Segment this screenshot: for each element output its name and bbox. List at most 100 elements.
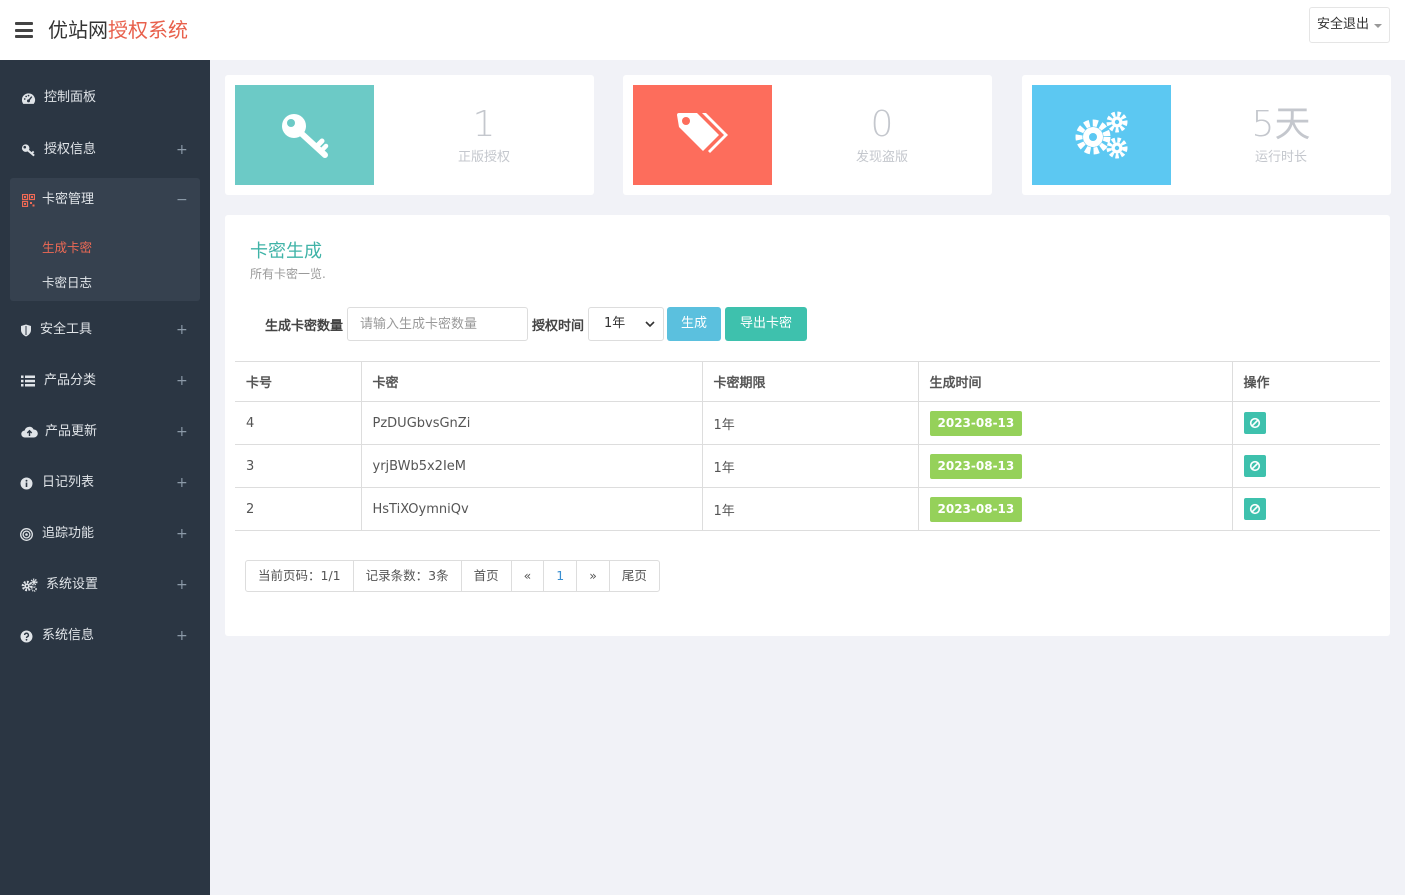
key-icon [20,130,36,170]
expand-plus-icon: + [176,526,188,542]
first-page-link[interactable]: 首页 [462,561,512,591]
collapse-minus-icon: − [176,192,188,208]
cogs-icon [20,565,38,605]
brand-title: 优站网授权系统 [48,17,188,43]
expand-plus-icon: + [176,322,188,338]
card-generate-panel: 卡密生成 所有卡密一览. 生成卡密数量 授权时间 1年 生成 导出卡密 卡号 卡… [225,215,1390,636]
card-period: 1年 [702,487,919,531]
sidebar-item-label: 系统信息 [42,628,95,643]
sidebar-item-updates[interactable]: 产品更新 + [0,412,210,452]
sidebar-subitem-generate[interactable]: 生成卡密 [42,237,92,256]
brand-system: 授权系统 [108,18,188,42]
page-indicator: 当前页码：1/1 [246,561,354,591]
created-cell: 2023-08-13 [918,401,1233,445]
date-badge: 2023-08-13 [929,453,1023,479]
card-period: 1年 [702,401,919,445]
info-icon [18,463,34,503]
sidebar-item-label: 日记列表 [42,475,95,490]
generate-button[interactable]: 生成 [667,307,721,341]
ban-icon [1249,460,1260,472]
action-cell [1232,487,1380,531]
last-page-link[interactable]: 尾页 [610,561,659,591]
sidebar: 控制面板 授权信息 + 卡密管理 − 生成卡密 卡密日志 安全工具 + 产品分类 [0,60,210,895]
period-label: 授权时间 [532,319,585,334]
sidebar-item-label: 安全工具 [40,322,93,337]
sidebar-group-cards: 卡密管理 − 生成卡密 卡密日志 [10,178,200,301]
sidebar-item-label: 追踪功能 [42,526,95,541]
question-icon [18,616,34,656]
shield-icon [18,310,34,350]
card-id: 4 [235,401,362,445]
key-icon [235,85,374,185]
sidebar-item-sysinfo[interactable]: 系统信息 + [0,616,210,656]
expand-plus-icon: + [176,142,188,158]
stat-card-uptime: 5天 运行时长 [1022,75,1391,195]
sidebar-item-dashboard[interactable]: 控制面板 [0,78,210,118]
card-id: 2 [235,487,362,531]
export-button[interactable]: 导出卡密 [725,307,807,341]
column-header: 卡号 [235,361,362,402]
card-key: HsTiXOymniQv [361,487,703,531]
stat-value: 0 [870,104,894,145]
column-header: 生成时间 [918,361,1233,402]
page-link-1[interactable]: 1 [544,561,578,591]
created-cell: 2023-08-13 [918,487,1233,531]
table-row: 4 PzDUGbvsGnZi 1年 2023-08-13 [235,401,1380,445]
stat-caption: 正版授权 [457,150,510,165]
brand-name: 优站网 [48,18,108,42]
sidebar-item-label: 控制面板 [44,90,97,105]
cards-table: 卡号 卡密 卡密期限 生成时间 操作 4 PzDUGbvsGnZi 1年 202… [235,361,1380,531]
expand-plus-icon: + [176,475,188,491]
chevron-down-icon [645,308,655,353]
sidebar-item-settings[interactable]: 系统设置 + [0,565,210,605]
panel-subtitle: 所有卡密一览. [250,267,326,281]
sidebar-item-label: 系统设置 [46,577,99,592]
card-key: yrjBWb5x2IeM [361,444,703,488]
period-select[interactable]: 1年 [588,307,664,341]
next-page-link[interactable]: » [577,561,610,591]
card-key: PzDUGbvsGnZi [361,401,703,445]
sidebar-item-cards[interactable]: 卡密管理 − [0,180,210,220]
qty-label: 生成卡密数量 [265,319,344,334]
tags-icon [633,85,772,185]
column-header: 卡密期限 [702,361,919,402]
qrcode-icon [20,180,36,220]
sidebar-item-logs[interactable]: 日记列表 + [0,463,210,503]
menu-toggle-icon[interactable] [15,22,33,38]
list-icon [20,361,36,401]
logout-button[interactable]: 安全退出 [1309,7,1390,43]
action-cell [1232,401,1380,445]
date-badge: 2023-08-13 [929,410,1023,436]
stat-value: 1 [472,104,496,145]
sidebar-item-label: 产品更新 [45,424,98,439]
prev-page-link[interactable]: « [512,561,545,591]
date-badge: 2023-08-13 [929,496,1023,522]
disable-button[interactable] [1243,498,1266,520]
top-bar: 优站网授权系统 安全退出 [0,0,1405,60]
stat-caption: 发现盗版 [855,150,908,165]
sidebar-item-tracking[interactable]: 追踪功能 + [0,514,210,554]
sidebar-item-label: 授权信息 [44,142,97,157]
pagination: 当前页码：1/1 记录条数：3条 首页 « 1 » 尾页 [245,560,660,592]
disable-button[interactable] [1243,455,1266,477]
action-cell [1232,444,1380,488]
panel-title: 卡密生成 [250,241,322,262]
column-header: 卡密 [361,361,703,402]
sidebar-item-label: 产品分类 [44,373,97,388]
stat-card-licenses: 1 正版授权 [225,75,594,195]
sidebar-item-label: 卡密管理 [42,192,95,207]
cloud-upload-icon [20,412,38,452]
qty-input[interactable] [347,307,528,341]
disable-button[interactable] [1243,412,1266,434]
sidebar-subitem-log[interactable]: 卡密日志 [42,272,92,291]
sidebar-item-license[interactable]: 授权信息 + [0,130,210,170]
target-icon [18,514,34,554]
sidebar-item-security[interactable]: 安全工具 + [0,310,210,350]
expand-plus-icon: + [176,424,188,440]
stat-value: 5天 [1251,104,1311,145]
sidebar-item-categories[interactable]: 产品分类 + [0,361,210,401]
record-count: 记录条数：3条 [354,561,462,591]
expand-plus-icon: + [176,628,188,644]
period-value: 1年 [604,316,626,331]
table-header-row: 卡号 卡密 卡密期限 生成时间 操作 [235,361,1380,402]
